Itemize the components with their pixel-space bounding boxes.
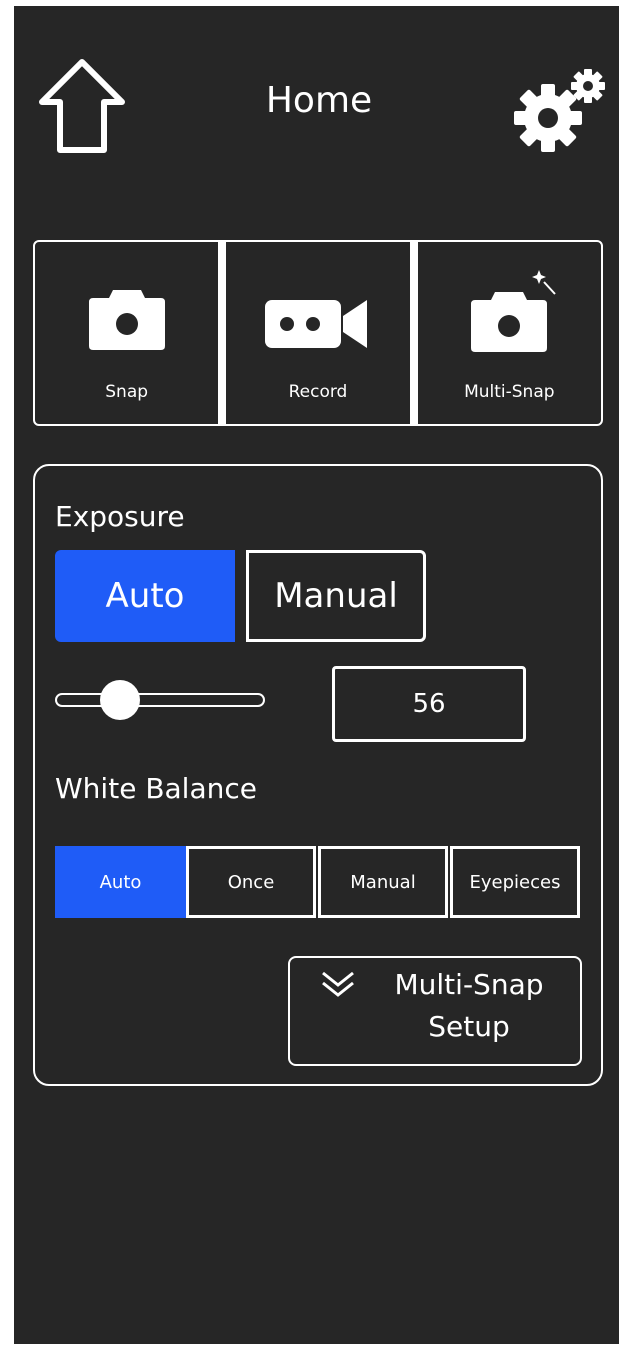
wb-auto-button[interactable]: Auto xyxy=(55,846,186,918)
multi-snap-setup-label: Multi-Snap Setup xyxy=(394,968,544,1043)
page-title: Home xyxy=(265,80,373,121)
multi-snap-label: Multi-Snap xyxy=(464,382,555,402)
exposure-manual-button[interactable]: Manual xyxy=(246,550,426,642)
double-chevron-down-icon xyxy=(322,971,354,997)
video-camera-icon xyxy=(264,300,367,348)
record-button[interactable]: Record xyxy=(218,242,409,424)
multi-snap-setup-button[interactable]: Multi-Snap Setup xyxy=(288,956,582,1066)
snap-label: Snap xyxy=(105,382,149,402)
home-icon[interactable] xyxy=(36,56,128,158)
record-label: Record xyxy=(288,382,348,402)
capture-button-group: Snap Record Multi-Snap xyxy=(33,240,603,426)
camera-settings-panel: Exposure Auto Manual 56 White Balance Au… xyxy=(33,464,603,1086)
exposure-value-field[interactable]: 56 xyxy=(332,666,526,742)
wb-eyepieces-button[interactable]: Eyepieces xyxy=(450,846,580,918)
white-balance-mode-group: Auto Once Manual Eyepieces xyxy=(55,846,580,918)
snap-button[interactable]: Snap xyxy=(35,242,218,424)
white-balance-title: White Balance xyxy=(55,772,257,805)
app-screen: Home Snap Record Multi-Snap Exposure Aut… xyxy=(14,6,619,1344)
multi-snap-button[interactable]: Multi-Snap xyxy=(409,242,601,424)
wb-manual-button[interactable]: Manual xyxy=(318,846,448,918)
camera-icon xyxy=(88,290,165,350)
slider-thumb[interactable] xyxy=(100,680,140,720)
camera-sparkle-icon xyxy=(471,270,557,352)
exposure-title: Exposure xyxy=(55,500,185,533)
exposure-auto-button[interactable]: Auto xyxy=(55,550,235,642)
exposure-slider[interactable] xyxy=(55,680,267,720)
wb-once-button[interactable]: Once xyxy=(186,846,316,918)
gear-icon[interactable] xyxy=(508,66,608,156)
slider-track xyxy=(55,693,265,707)
